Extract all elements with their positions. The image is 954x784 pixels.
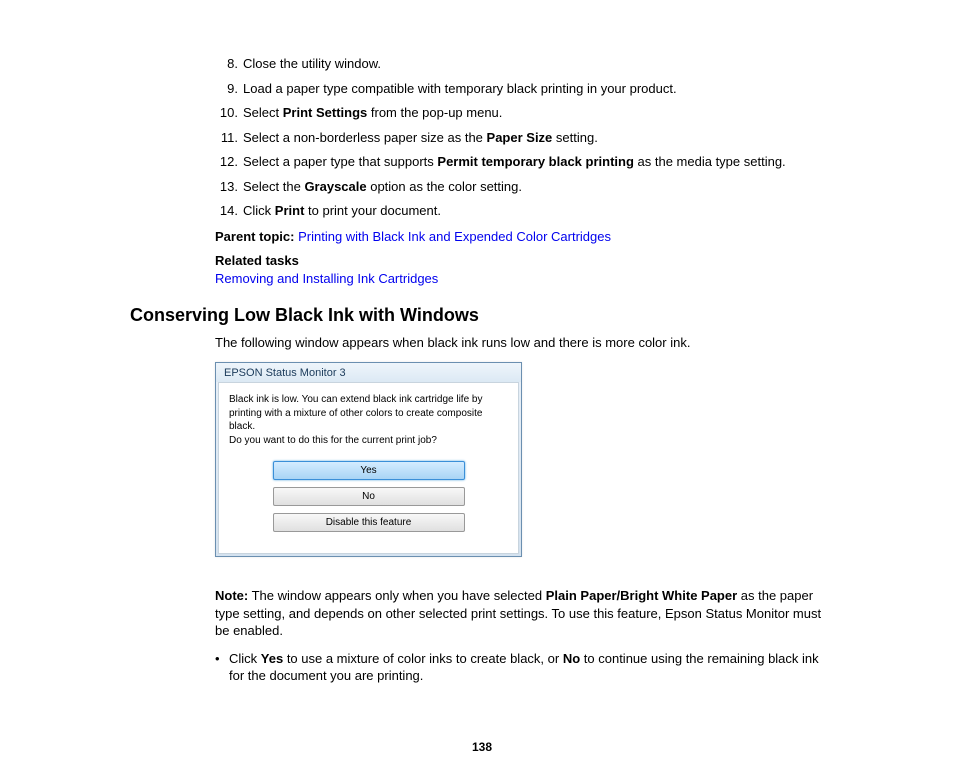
numbered-steps: 8. Close the utility window. 9. Load a pape… <box>130 55 834 220</box>
parent-topic-link[interactable]: Printing with Black Ink and Expended Col… <box>298 229 611 244</box>
bullet-dot: • <box>215 650 225 685</box>
step-text: Click Print to print your document. <box>243 202 834 220</box>
step-item: 14. Click Print to print your document. <box>215 202 834 220</box>
step-text: Close the utility window. <box>243 55 834 73</box>
step-text: Select a non-borderless paper size as th… <box>243 129 834 147</box>
step-number: 11. <box>215 129 238 147</box>
dialog-screenshot: EPSON Status Monitor 3 Black ink is low.… <box>130 362 834 557</box>
dialog-body: Black ink is low. You can extend black i… <box>218 382 519 554</box>
epson-dialog: EPSON Status Monitor 3 Black ink is low.… <box>215 362 522 557</box>
bullet-list: • Click Yes to use a mixture of color in… <box>130 650 834 685</box>
page-number: 138 <box>130 740 834 754</box>
related-tasks-label: Related tasks <box>215 252 834 270</box>
step-number: 13. <box>215 178 238 196</box>
step-number: 9. <box>215 80 238 98</box>
step-item: 8. Close the utility window. <box>215 55 834 73</box>
step-item: 10. Select Print Settings from the pop-up… <box>215 104 834 122</box>
section-heading: Conserving Low Black Ink with Windows <box>130 305 834 326</box>
step-number: 12. <box>215 153 238 171</box>
note-text: Note: The window appears only when you h… <box>130 587 834 640</box>
parent-topic-label: Parent topic: <box>215 229 294 244</box>
document-page: 8. Close the utility window. 9. Load a pape… <box>0 0 954 784</box>
bullet-item: • Click Yes to use a mixture of color in… <box>215 650 834 685</box>
related-tasks-link[interactable]: Removing and Installing Ink Cartridges <box>215 271 438 286</box>
step-item: 12. Select a paper type that supports Per… <box>215 153 834 171</box>
step-item: 13. Select the Grayscale option as the co… <box>215 178 834 196</box>
parent-topic: Parent topic: Printing with Black Ink an… <box>130 228 834 246</box>
disable-button[interactable]: Disable this feature <box>273 513 465 532</box>
step-text: Select a paper type that supports Permit… <box>243 153 834 171</box>
step-item: 9. Load a paper type compatible with temp… <box>215 80 834 98</box>
dialog-title: EPSON Status Monitor 3 <box>216 363 521 382</box>
no-button[interactable]: No <box>273 487 465 506</box>
step-text: Select Print Settings from the pop-up me… <box>243 104 834 122</box>
yes-button[interactable]: Yes <box>273 461 465 480</box>
step-item: 11. Select a non-borderless paper size as… <box>215 129 834 147</box>
intro-text: The following window appears when black … <box>130 334 834 352</box>
step-number: 8. <box>215 55 238 73</box>
related-tasks: Related tasks Removing and Installing In… <box>130 252 834 287</box>
step-text: Select the Grayscale option as the color… <box>243 178 834 196</box>
step-number: 10. <box>215 104 238 122</box>
note-body: The window appears only when you have se… <box>215 588 821 638</box>
note-label: Note: <box>215 588 248 603</box>
bullet-text: Click Yes to use a mixture of color inks… <box>229 650 834 685</box>
step-text: Load a paper type compatible with tempor… <box>243 80 834 98</box>
step-number: 14. <box>215 202 238 220</box>
dialog-message: Black ink is low. You can extend black i… <box>229 393 508 447</box>
